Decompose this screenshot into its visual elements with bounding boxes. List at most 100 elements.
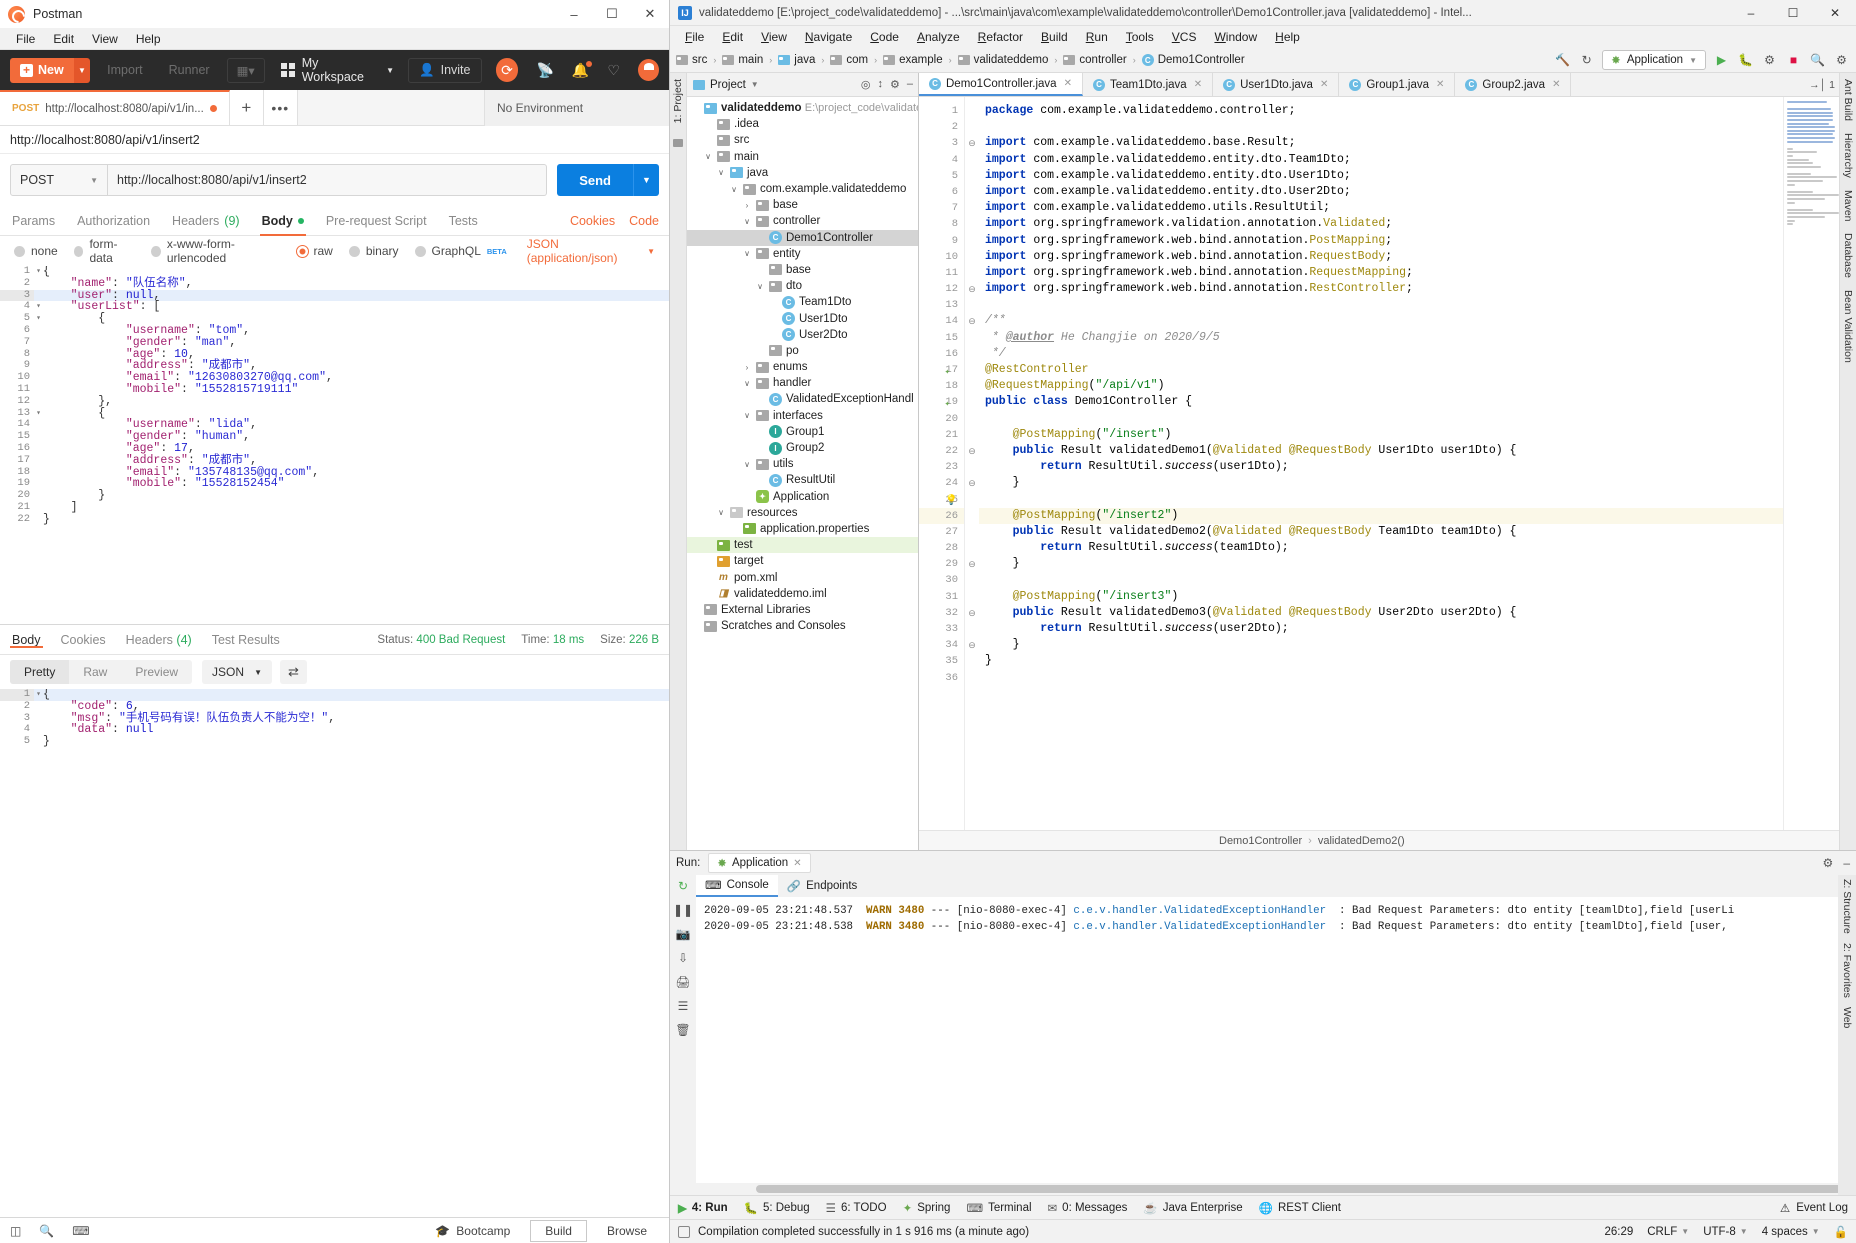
code-link[interactable]: Code bbox=[629, 214, 659, 228]
line-number[interactable]: 23 bbox=[919, 459, 964, 475]
fold-marker[interactable] bbox=[965, 492, 979, 508]
fold-marker[interactable] bbox=[34, 290, 43, 302]
fold-marker[interactable] bbox=[965, 378, 979, 394]
fold-marker[interactable] bbox=[34, 736, 43, 748]
line-number[interactable]: 15 bbox=[919, 330, 964, 346]
editor-tabs-right[interactable]: →│ 1 bbox=[1809, 73, 1835, 97]
fold-marker[interactable] bbox=[34, 372, 43, 384]
fold-marker[interactable] bbox=[34, 455, 43, 467]
minimize-button[interactable]: – bbox=[555, 0, 593, 28]
fold-marker[interactable] bbox=[965, 589, 979, 605]
chevron-down-icon[interactable]: ▼ bbox=[751, 80, 759, 89]
fold-marker[interactable] bbox=[965, 362, 979, 378]
navbar-crumb[interactable]: src bbox=[692, 54, 707, 66]
console-horizontal-scrollbar[interactable] bbox=[696, 1183, 1838, 1195]
fold-marker[interactable] bbox=[34, 701, 43, 713]
body-option-graphql[interactable]: GraphQL BETA bbox=[415, 244, 507, 258]
fold-marker[interactable]: ▾ bbox=[34, 266, 43, 278]
new-window-button[interactable]: ▦▾ bbox=[227, 58, 265, 83]
sync-icon[interactable]: ⟳ bbox=[496, 58, 519, 82]
line-number[interactable]: 30 bbox=[919, 572, 964, 588]
idea-menu-build[interactable]: Build bbox=[1032, 28, 1077, 46]
browse-button[interactable]: Browse bbox=[593, 1221, 661, 1241]
tree-expand-arrow-icon[interactable]: ∨ bbox=[755, 282, 765, 291]
line-number[interactable]: 16 bbox=[919, 346, 964, 362]
editor-tab[interactable]: CGroup1.java✕ bbox=[1339, 73, 1455, 96]
tree-node[interactable]: ›.idea bbox=[687, 116, 918, 132]
tree-expand-arrow-icon[interactable]: ∨ bbox=[729, 185, 739, 194]
fold-marker[interactable] bbox=[34, 443, 43, 455]
tree-expand-arrow-icon[interactable]: › bbox=[755, 346, 765, 355]
editor-tab[interactable]: CUser1Dto.java✕ bbox=[1213, 73, 1339, 96]
tab-prerequest-script[interactable]: Pre-request Script bbox=[326, 206, 427, 236]
body-option-urlencoded[interactable]: x-www-form-urlencoded bbox=[151, 237, 280, 265]
fold-marker[interactable] bbox=[34, 278, 43, 290]
tree-expand-arrow-icon[interactable]: › bbox=[742, 363, 752, 372]
tree-expand-arrow-icon[interactable]: › bbox=[703, 541, 713, 550]
tree-node[interactable]: ›External Libraries bbox=[687, 602, 918, 618]
idea-menu-help[interactable]: Help bbox=[1266, 28, 1309, 46]
toolwindow-favorites[interactable]: 2: Favorites bbox=[1841, 943, 1853, 998]
add-tab-button[interactable]: + bbox=[230, 90, 264, 125]
workspace-selector[interactable]: My Workspace ▼ bbox=[281, 56, 394, 84]
hide-icon[interactable]: – bbox=[907, 78, 913, 91]
import-button[interactable]: Import bbox=[98, 59, 151, 81]
tree-expand-arrow-icon[interactable]: › bbox=[690, 622, 700, 631]
fold-marker[interactable] bbox=[965, 297, 979, 313]
satellite-icon[interactable]: 📡 bbox=[536, 62, 553, 79]
console-tab[interactable]: ⌨ Console bbox=[696, 875, 778, 897]
line-number[interactable]: 12 bbox=[919, 281, 964, 297]
project-tree[interactable]: ›validateddemo E:\project_code\validated… bbox=[687, 97, 918, 850]
lock-icon[interactable]: 🔓 bbox=[1834, 1225, 1848, 1239]
navbar-crumb[interactable]: main bbox=[738, 54, 763, 66]
tree-expand-arrow-icon[interactable]: › bbox=[755, 476, 765, 485]
line-number[interactable]: 10 bbox=[919, 249, 964, 265]
tree-node[interactable]: ∨java bbox=[687, 165, 918, 181]
line-number[interactable]: 14 bbox=[919, 313, 964, 329]
fold-marker[interactable] bbox=[965, 103, 979, 119]
tree-expand-arrow-icon[interactable]: › bbox=[729, 524, 739, 533]
search-icon[interactable]: 🔍 bbox=[39, 1224, 54, 1238]
fold-marker[interactable] bbox=[965, 168, 979, 184]
line-number[interactable]: 19✦ bbox=[919, 394, 964, 410]
run-icon[interactable]: ▶ bbox=[1713, 52, 1730, 69]
toolwindow-bean-validation[interactable]: Bean Validation bbox=[1842, 290, 1854, 363]
fold-marker[interactable] bbox=[965, 216, 979, 232]
send-button[interactable]: Send bbox=[557, 164, 633, 196]
tree-node[interactable]: ›po bbox=[687, 343, 918, 359]
idea-menu-file[interactable]: File bbox=[676, 28, 713, 46]
fold-marker[interactable] bbox=[965, 459, 979, 475]
avatar[interactable] bbox=[638, 59, 659, 81]
editor-minimap[interactable] bbox=[1783, 97, 1839, 830]
fold-marker[interactable] bbox=[965, 621, 979, 637]
structure-icon[interactable] bbox=[673, 139, 683, 147]
line-number[interactable]: 33 bbox=[919, 621, 964, 637]
trash-icon[interactable]: 🗑 bbox=[675, 1023, 690, 1037]
line-number[interactable]: 29 bbox=[919, 556, 964, 572]
tree-node[interactable]: ›base bbox=[687, 197, 918, 213]
view-mode-pretty[interactable]: Pretty bbox=[10, 660, 69, 684]
fold-marker[interactable] bbox=[965, 394, 979, 410]
breadcrumb-method[interactable]: validatedDemo2() bbox=[1318, 835, 1405, 847]
close-icon[interactable]: ✕ bbox=[1064, 78, 1072, 89]
invite-button[interactable]: 👤 Invite bbox=[408, 58, 481, 83]
idea-menu-tools[interactable]: Tools bbox=[1117, 28, 1163, 46]
close-icon[interactable]: ✕ bbox=[1436, 79, 1444, 90]
editor-gutter[interactable]: 1234567891011121314151617✦1819✦202122232… bbox=[919, 97, 965, 830]
tree-node[interactable]: ∨resources bbox=[687, 505, 918, 521]
line-number[interactable]: 32 bbox=[919, 605, 964, 621]
tree-expand-arrow-icon[interactable]: › bbox=[755, 233, 765, 242]
fold-marker[interactable] bbox=[965, 265, 979, 281]
navbar-crumb[interactable]: validateddemo bbox=[974, 54, 1049, 66]
close-icon[interactable]: ✕ bbox=[793, 858, 801, 869]
navbar-crumb[interactable]: Demo1Controller bbox=[1158, 54, 1245, 66]
fold-marker[interactable] bbox=[965, 540, 979, 556]
tree-expand-arrow-icon[interactable]: › bbox=[755, 265, 765, 274]
toolwindow-button-messages[interactable]: ✉0: Messages bbox=[1048, 1201, 1128, 1215]
line-number[interactable]: 18 bbox=[919, 378, 964, 394]
line-number[interactable]: 13 bbox=[919, 297, 964, 313]
tree-expand-arrow-icon[interactable]: › bbox=[768, 298, 778, 307]
toolwindow-button-debug[interactable]: 🐛5: Debug bbox=[744, 1201, 810, 1215]
fold-marker[interactable] bbox=[34, 724, 43, 736]
tree-node[interactable]: ›IGroup2 bbox=[687, 440, 918, 456]
